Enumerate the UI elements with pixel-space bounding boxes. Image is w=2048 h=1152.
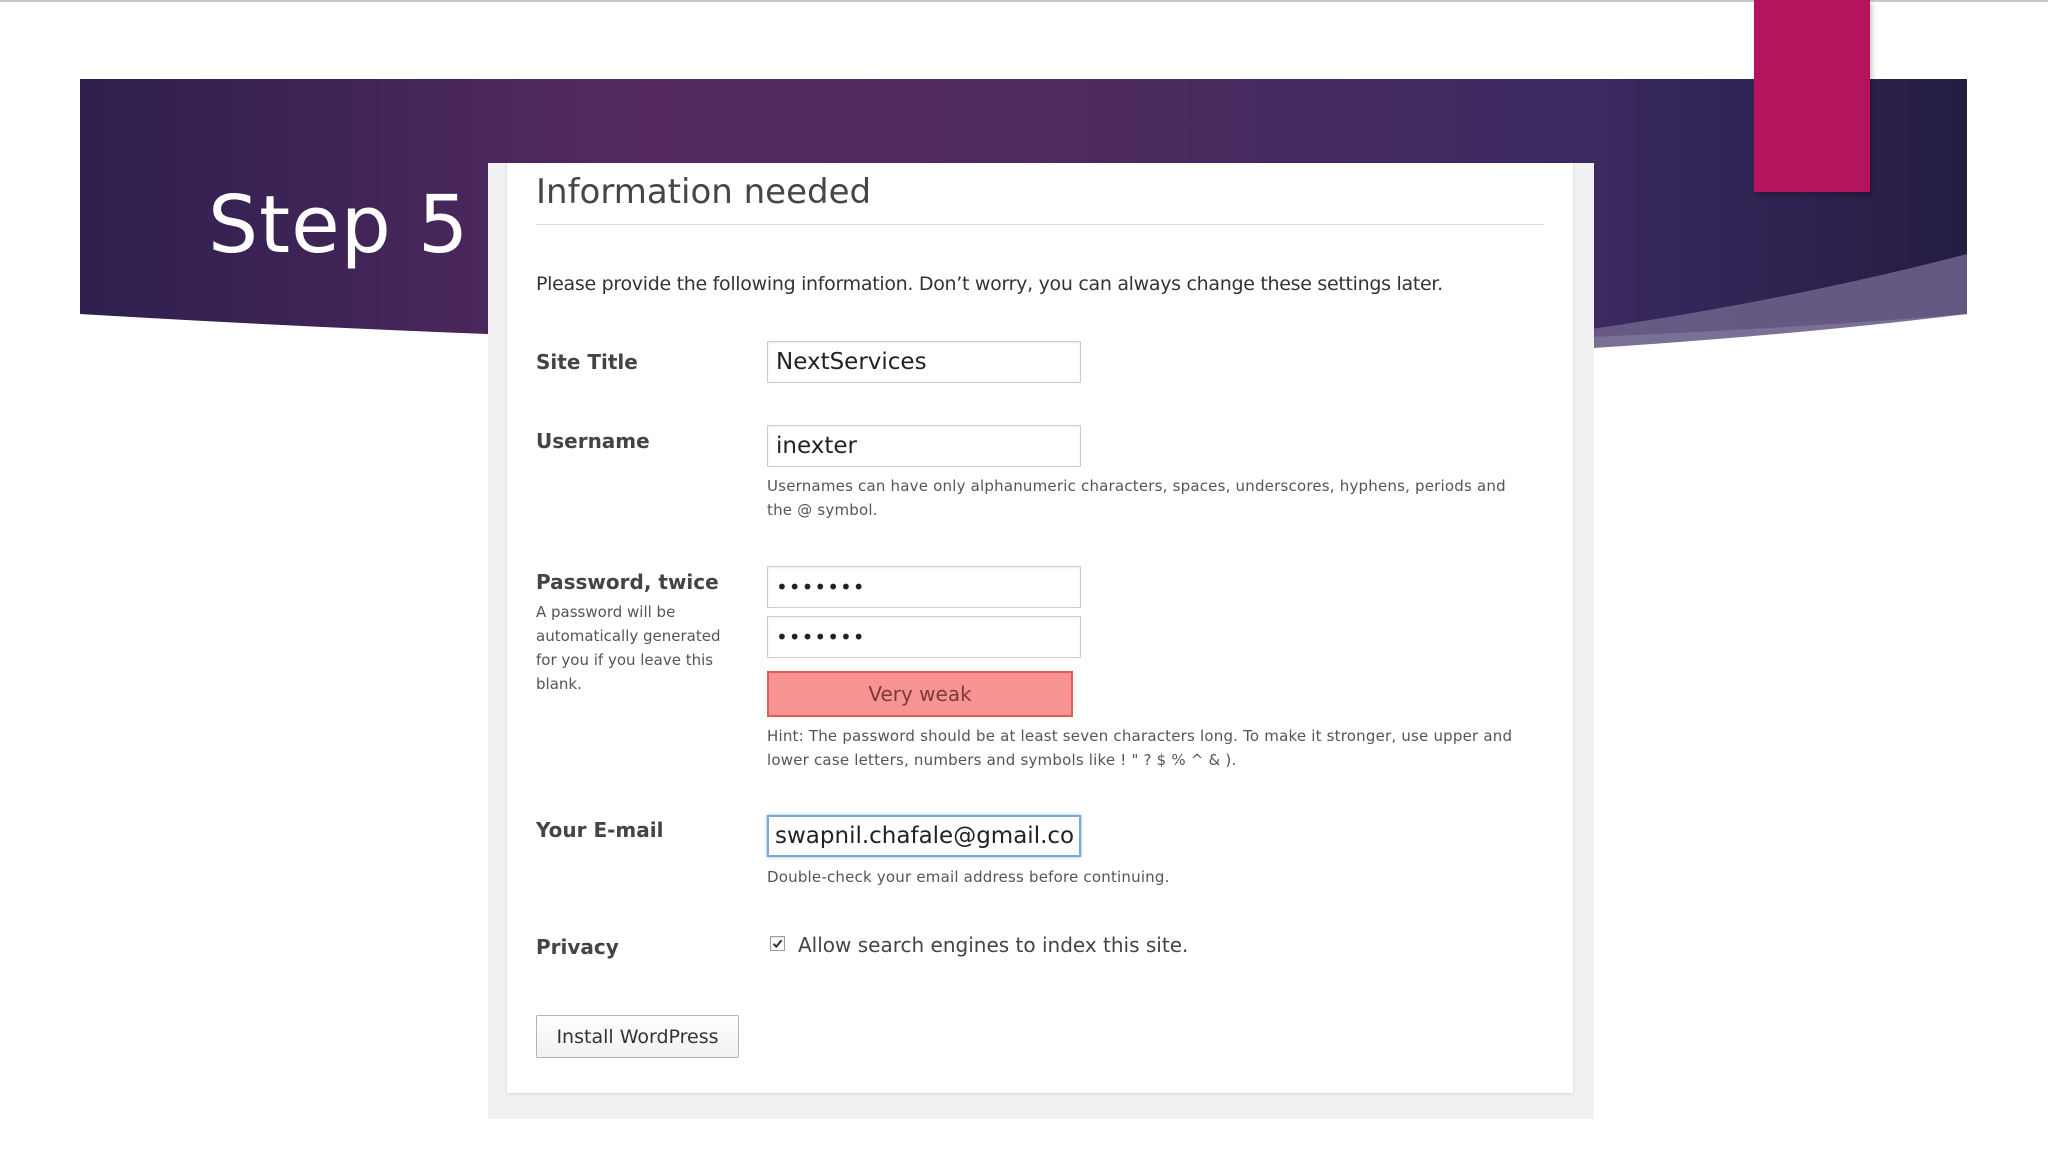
page-title: Information needed — [536, 172, 872, 212]
heading-divider — [536, 224, 1544, 225]
password-confirm-input[interactable] — [767, 616, 1081, 658]
password-side-hint-line: blank. — [536, 675, 582, 693]
install-wordpress-button[interactable]: Install WordPress — [536, 1015, 739, 1058]
password-hint-line: lower case letters, numbers and symbols … — [767, 751, 1237, 769]
accent-tab — [1754, 0, 1870, 192]
password-side-hint-line: for you if you leave this — [536, 651, 714, 669]
username-hint: Usernames can have only alphanumeric cha… — [767, 474, 1547, 522]
email-hint: Double-check your email address before c… — [767, 868, 1170, 886]
search-engine-visibility-label[interactable]: Allow search engines to index this site. — [798, 931, 1188, 959]
password-hint-line: Hint: The password should be at least se… — [767, 727, 1513, 745]
privacy-label: Privacy — [536, 935, 619, 959]
username-hint-line: the @ symbol. — [767, 501, 878, 519]
username-label: Username — [536, 429, 650, 453]
password-side-hint-line: automatically generated — [536, 627, 721, 645]
password-side-hint-line: A password will be — [536, 603, 676, 621]
search-engine-visibility-checkbox[interactable] — [770, 936, 785, 951]
password-strength-indicator: Very weak — [767, 671, 1073, 717]
site-title-input[interactable] — [767, 341, 1081, 383]
password-side-hint: A password will be automatically generat… — [536, 600, 736, 696]
password-input[interactable] — [767, 566, 1081, 608]
email-label: Your E-mail — [536, 818, 664, 842]
email-input[interactable] — [767, 815, 1081, 857]
password-label: Password, twice — [536, 570, 719, 594]
intro-text: Please provide the following information… — [536, 273, 1443, 295]
checkmark-icon — [772, 939, 783, 949]
username-hint-line: Usernames can have only alphanumeric cha… — [767, 477, 1506, 495]
site-title-label: Site Title — [536, 350, 638, 374]
slide-title: Step 5 — [208, 179, 470, 271]
slide-top-rule — [0, 0, 2048, 2]
password-hint: Hint: The password should be at least se… — [767, 724, 1547, 772]
username-input[interactable] — [767, 425, 1081, 467]
